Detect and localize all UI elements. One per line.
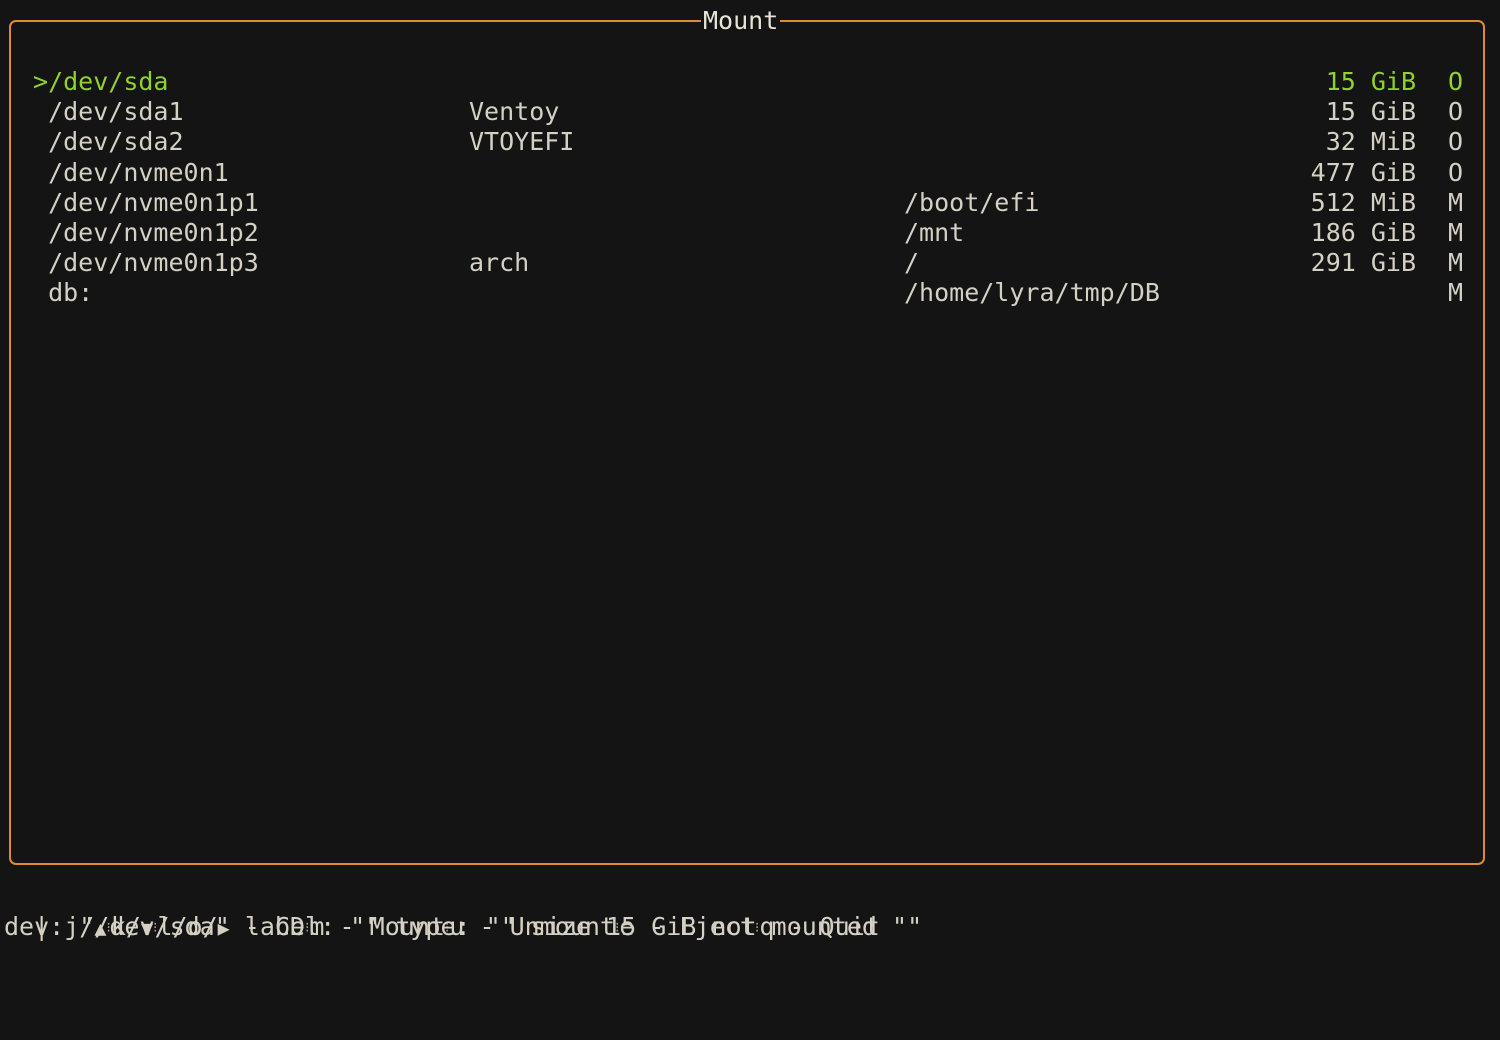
- device-row[interactable]: /dev/nvme0n1 477 GiB O: [0, 158, 1500, 188]
- keybinding-help: | j/▲⁝k/▼⁝l/o/▶ - CD⁝m - Mount⁝u - Unmou…: [4, 882, 880, 941]
- device-info-status: dev: "/dev/sda" label: "" type: "" size …: [4, 912, 923, 941]
- device-size: 15 GiB: [1325, 97, 1416, 127]
- device-row[interactable]: >/dev/sda 15 GiB O: [0, 67, 1500, 97]
- device-path: db:: [48, 278, 94, 308]
- device-mount-state: O: [1448, 97, 1464, 127]
- device-mountpoint: /home/lyra/tmp/DB: [904, 278, 1160, 308]
- row-cursor: [33, 188, 48, 217]
- device-mount-state: O: [1448, 157, 1464, 187]
- device-mountpoint: /boot/efi: [904, 187, 1040, 217]
- device-mount-state: M: [1448, 187, 1464, 217]
- device-row[interactable]: /dev/nvme0n1p2/mnt 186 GiB M: [0, 218, 1500, 248]
- device-name: >/dev/sda: [33, 67, 168, 97]
- device-mount-state: M: [1448, 218, 1464, 247]
- row-cursor: [33, 127, 48, 156]
- row-cursor: [33, 97, 48, 126]
- device-label: Ventoy: [469, 97, 560, 127]
- device-name: db:: [33, 278, 93, 308]
- device-mountpoint: /mnt: [904, 218, 965, 247]
- device-name: /dev/nvme0n1p3: [33, 248, 259, 278]
- device-path: /dev/nvme0n1p1: [48, 187, 259, 217]
- device-name: /dev/nvme0n1p2: [33, 218, 259, 248]
- device-mountpoint: /: [904, 248, 920, 278]
- device-mount-state: O: [1448, 127, 1464, 157]
- device-mount-state: M: [1448, 278, 1464, 308]
- row-cursor: [33, 218, 48, 247]
- device-name: /dev/nvme0n1: [33, 158, 229, 188]
- device-mount-state: O: [1448, 67, 1464, 96]
- device-size: 32 MiB: [1325, 127, 1416, 157]
- device-name: /dev/nvme0n1p1: [33, 188, 259, 218]
- panel-title: Mount: [701, 5, 781, 37]
- device-row[interactable]: /dev/nvme0n1p3 arch / 291 GiB M: [0, 248, 1500, 278]
- device-row[interactable]: /dev/nvme0n1p1/boot/efi 512 MiB M: [0, 188, 1500, 218]
- device-size: 291 GiB: [1310, 248, 1416, 278]
- device-label: VTOYEFI: [469, 127, 575, 157]
- device-size: 186 GiB: [1310, 218, 1416, 247]
- row-cursor: [33, 158, 48, 187]
- row-cursor: [33, 278, 48, 307]
- device-path: /dev/nvme0n1p2: [48, 218, 259, 247]
- device-row[interactable]: /dev/sda2 VTOYEFI 32 MiB O: [0, 127, 1500, 157]
- device-size: 15 GiB: [1325, 67, 1416, 96]
- device-path: /dev/sda: [48, 67, 169, 96]
- device-size: 512 MiB: [1310, 187, 1416, 217]
- device-label: arch: [469, 248, 530, 278]
- device-row[interactable]: /dev/sda1 Ventoy 15 GiB O: [0, 97, 1500, 127]
- device-row[interactable]: db: /home/lyra/tmp/DB M: [0, 278, 1500, 308]
- device-path: /dev/nvme0n1: [48, 157, 229, 187]
- device-size: 477 GiB: [1310, 157, 1416, 187]
- device-path: /dev/nvme0n1p3: [48, 248, 259, 278]
- row-cursor: >: [33, 67, 49, 96]
- device-name: /dev/sda2: [33, 127, 184, 157]
- row-cursor: [33, 248, 48, 277]
- device-path: /dev/sda1: [48, 97, 184, 127]
- device-mount-state: M: [1448, 248, 1464, 278]
- device-path: /dev/sda2: [48, 127, 184, 157]
- device-name: /dev/sda1: [33, 97, 184, 127]
